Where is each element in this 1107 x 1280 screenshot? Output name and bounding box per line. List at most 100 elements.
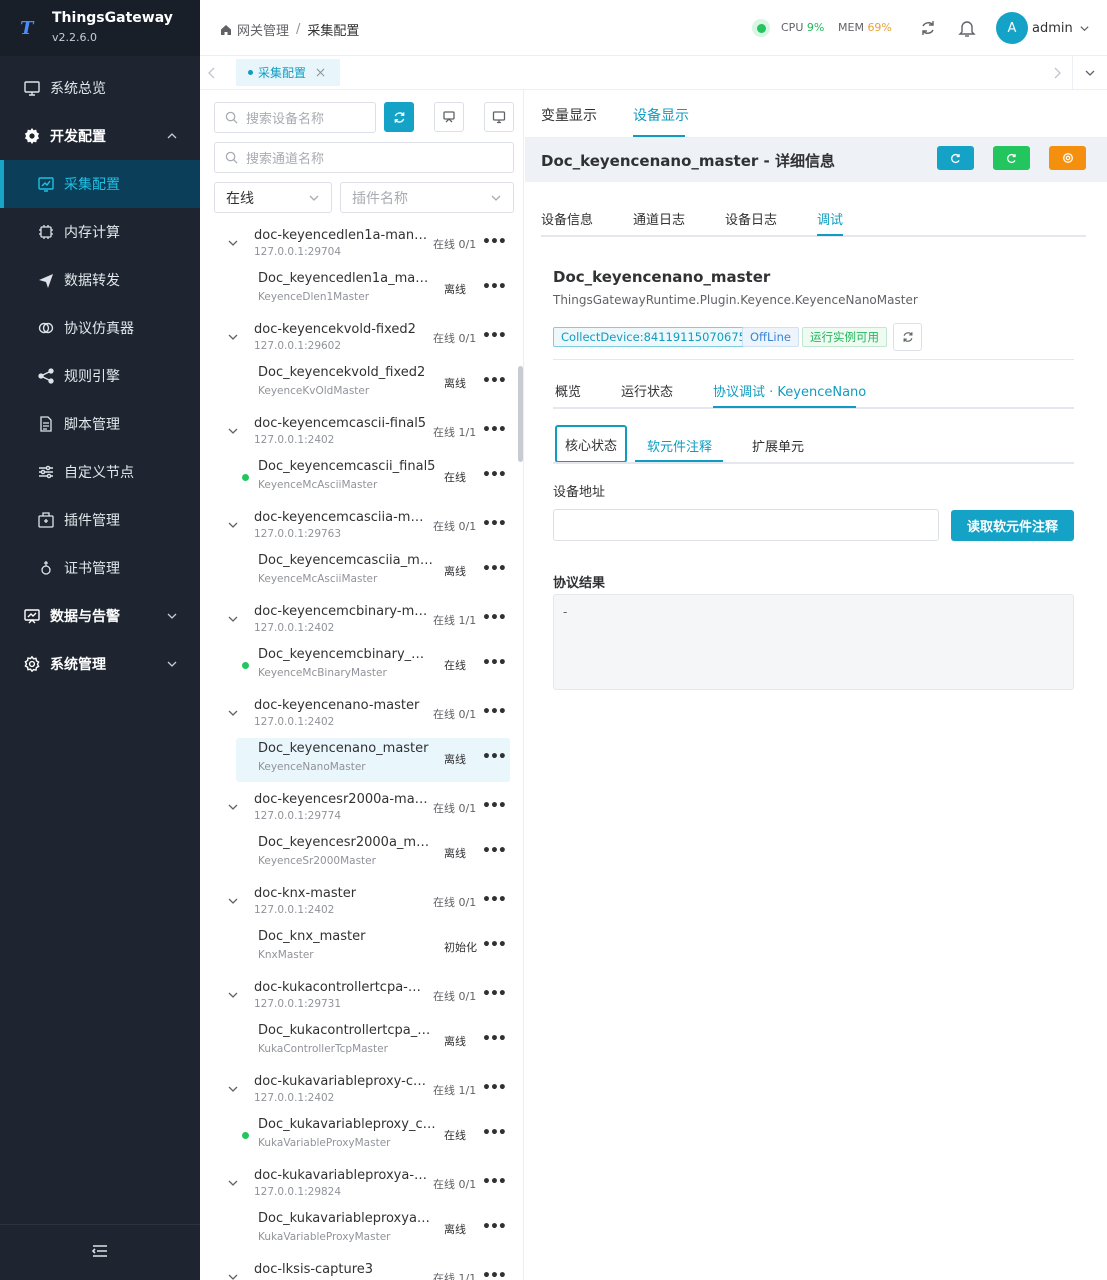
tabs-scroll-right-icon[interactable] <box>1052 67 1062 83</box>
more-icon[interactable]: ••• <box>482 234 507 250</box>
sidebar-item-custom-node[interactable]: 自定义节点 <box>0 448 200 496</box>
channel-row[interactable]: doc-kukacontrollertcpa-ma... 127.0.0.1:29… <box>214 978 510 1026</box>
chevron-down-icon[interactable] <box>227 989 239 1005</box>
sidebar-item-data-forward[interactable]: 数据转发 <box>0 256 200 304</box>
restart-button[interactable] <box>993 146 1030 170</box>
more-icon[interactable]: ••• <box>482 1125 507 1141</box>
tab-overview[interactable]: 概览 <box>555 381 581 400</box>
more-icon[interactable]: ••• <box>482 704 507 720</box>
chevron-down-icon[interactable] <box>227 519 239 535</box>
more-icon[interactable]: ••• <box>482 1268 507 1280</box>
collapse-sidebar-button[interactable] <box>0 1224 200 1280</box>
tab-runtime-status[interactable]: 运行状态 <box>621 381 673 400</box>
device-row[interactable]: Doc_keyencesr2000a_manual KeyenceSr2000Ma… <box>236 832 510 876</box>
more-icon[interactable]: ••• <box>482 467 507 483</box>
more-icon[interactable]: ••• <box>482 422 507 438</box>
sidebar-item-overview[interactable]: 系统总览 <box>0 64 200 112</box>
channel-row[interactable]: doc-keyencekvold-fixed2 127.0.0.1:29602 在线… <box>214 320 510 368</box>
tab-channel-log[interactable]: 通道日志 <box>633 209 685 228</box>
bell-icon[interactable] <box>958 18 976 42</box>
more-icon[interactable]: ••• <box>482 561 507 577</box>
more-icon[interactable]: ••• <box>482 1080 507 1096</box>
channel-row[interactable]: doc-keyencemcasciia-man... 127.0.0.1:2976… <box>214 508 510 556</box>
sidebar-group-system-manage[interactable]: 系统管理 <box>0 640 200 688</box>
tab-variable-view[interactable]: 变量显示 <box>541 105 597 125</box>
channel-row[interactable]: doc-keyencenano-master 127.0.0.1:2402 在线 0… <box>214 696 510 744</box>
more-icon[interactable]: ••• <box>482 373 507 389</box>
settings-button[interactable] <box>1049 146 1086 170</box>
channel-row[interactable]: doc-keyencedlen1a-manual 127.0.0.1:29704 在… <box>214 226 510 274</box>
more-icon[interactable]: ••• <box>482 1174 507 1190</box>
device-row[interactable]: Doc_keyencemcasciia_manual KeyenceMcAscii… <box>236 550 510 594</box>
tab-component-comment[interactable]: 软元件注释 <box>647 436 712 455</box>
more-icon[interactable]: ••• <box>482 843 507 859</box>
device-row[interactable]: Doc_keyencedlen1a_manual KeyenceDlen1Mast… <box>236 268 510 312</box>
channel-row[interactable]: doc-knx-master 127.0.0.1:2402 在线 0/1 ••• <box>214 884 510 932</box>
chevron-down-icon[interactable] <box>227 895 239 911</box>
sidebar-item-protocol-simulator[interactable]: 协议仿真器 <box>0 304 200 352</box>
refresh-status-button[interactable] <box>893 323 922 351</box>
chevron-down-icon[interactable] <box>227 237 239 253</box>
chevron-down-icon[interactable] <box>227 1083 239 1099</box>
address-input[interactable] <box>553 509 939 541</box>
device-row[interactable]: Doc_kukavariableproxy_capt... KukaVariabl… <box>236 1114 510 1158</box>
tab-device-info[interactable]: 设备信息 <box>541 209 593 228</box>
tabs-scroll-left-icon[interactable] <box>207 67 217 83</box>
more-icon[interactable]: ••• <box>482 516 507 532</box>
device-row[interactable]: Doc_knx_master KnxMaster 初始化 ••• <box>236 926 510 970</box>
close-icon[interactable] <box>316 68 325 77</box>
sidebar-item-plugin-manage[interactable]: 插件管理 <box>0 496 200 544</box>
more-icon[interactable]: ••• <box>482 798 507 814</box>
avatar[interactable]: A <box>996 12 1028 44</box>
more-icon[interactable]: ••• <box>482 749 507 765</box>
more-icon[interactable]: ••• <box>482 986 507 1002</box>
more-icon[interactable]: ••• <box>482 328 507 344</box>
tabs-menu-button[interactable] <box>1072 56 1107 89</box>
more-icon[interactable]: ••• <box>482 937 507 953</box>
sidebar-item-memory-compute[interactable]: 内存计算 <box>0 208 200 256</box>
sidebar-item-collect-config[interactable]: 采集配置 <box>0 160 200 208</box>
channel-row[interactable]: doc-keyencemcascii-final5 127.0.0.1:2402 在… <box>214 414 510 462</box>
channel-row[interactable]: doc-lksis-capture3 在线 1/1 ••• <box>214 1260 510 1280</box>
tab-collect-config[interactable]: 采集配置 <box>236 59 340 86</box>
tab-extension-unit[interactable]: 扩展单元 <box>752 436 804 455</box>
chevron-down-icon[interactable] <box>227 707 239 723</box>
chevron-down-icon[interactable] <box>227 331 239 347</box>
sidebar-group-dev-config[interactable]: 开发配置 <box>0 112 200 160</box>
channel-row[interactable]: doc-keyencesr2000a-manual 127.0.0.1:29774… <box>214 790 510 838</box>
channel-row[interactable]: doc-keyencemcbinary-mas... 127.0.0.1:2402… <box>214 602 510 650</box>
sidebar-group-data-alarm[interactable]: 数据与告警 <box>0 592 200 640</box>
chevron-down-icon[interactable] <box>227 1271 239 1280</box>
tab-device-view[interactable]: 设备显示 <box>633 105 689 125</box>
channel-row[interactable]: doc-kukavariableproxy-cap... 127.0.0.1:24… <box>214 1072 510 1120</box>
device-row[interactable]: Doc_keyencekvold_fixed2 KeyenceKvOldMaste… <box>236 362 510 406</box>
more-icon[interactable]: ••• <box>482 279 507 295</box>
chevron-down-icon[interactable] <box>227 801 239 817</box>
sidebar-item-rule-engine[interactable]: 规则引擎 <box>0 352 200 400</box>
user-name[interactable]: admin <box>1032 21 1090 36</box>
more-icon[interactable]: ••• <box>482 655 507 671</box>
read-comment-button[interactable]: 读取软元件注释 <box>951 510 1074 541</box>
tab-protocol-debug[interactable]: 协议调试 · KeyenceNano <box>713 381 866 400</box>
refresh-icon[interactable] <box>919 19 937 41</box>
tree-scrollbar[interactable] <box>518 366 523 462</box>
tab-device-log[interactable]: 设备日志 <box>725 209 777 228</box>
refresh-detail-button[interactable] <box>937 146 974 170</box>
chevron-down-icon[interactable] <box>227 425 239 441</box>
tab-debug[interactable]: 调试 <box>817 209 843 228</box>
tab-core-status[interactable]: 核心状态 <box>555 425 627 463</box>
more-icon[interactable]: ••• <box>482 1219 507 1235</box>
device-row[interactable]: Doc_keyencemcbinary_master KeyenceMcBinar… <box>236 644 510 688</box>
sidebar-item-cert-manage[interactable]: 证书管理 <box>0 544 200 592</box>
device-row[interactable]: Doc_kukavariableproxya_ma... KukaVariable… <box>236 1208 510 1252</box>
more-icon[interactable]: ••• <box>482 1031 507 1047</box>
device-row[interactable]: Doc_kukacontrollertcpa_man... KukaControl… <box>236 1020 510 1064</box>
channel-row[interactable]: doc-kukavariableproxya-m... 127.0.0.1:298… <box>214 1166 510 1214</box>
sidebar-item-script-manage[interactable]: 脚本管理 <box>0 400 200 448</box>
chevron-down-icon[interactable] <box>227 613 239 629</box>
device-row[interactable]: Doc_keyencemcascii_final5 KeyenceMcAsciiM… <box>236 456 510 500</box>
more-icon[interactable]: ••• <box>482 610 507 626</box>
chevron-down-icon[interactable] <box>227 1177 239 1193</box>
breadcrumb-item[interactable]: 网关管理 <box>237 20 289 39</box>
device-row[interactable]: Doc_keyencenano_master KeyenceNanoMaster 离… <box>236 738 510 782</box>
